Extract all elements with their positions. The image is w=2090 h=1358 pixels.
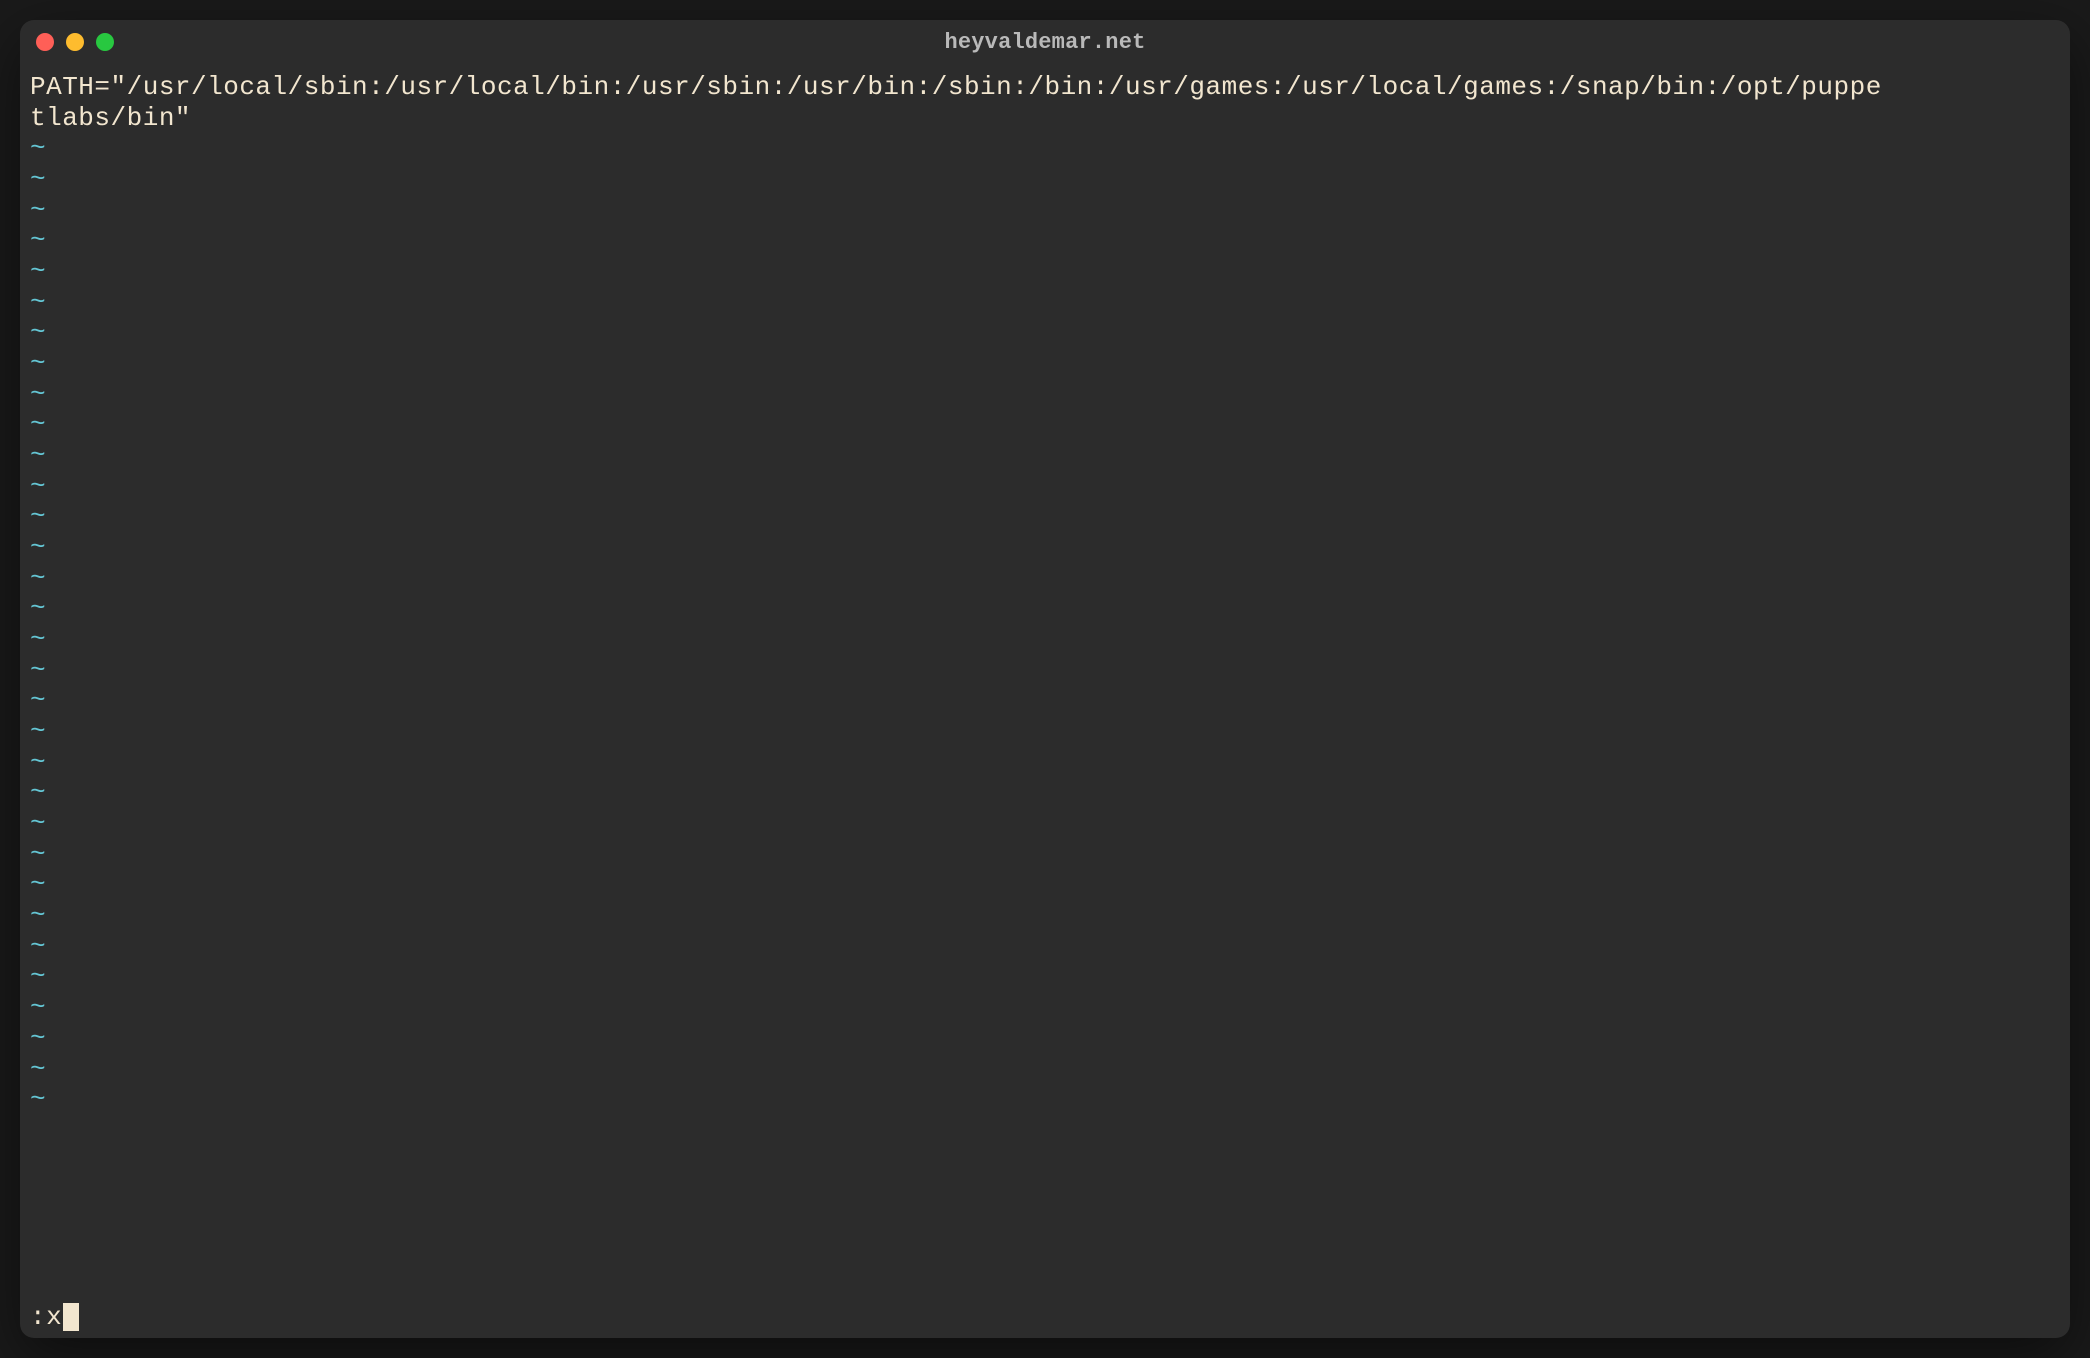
empty-lines: ~~~~~~~~~~~~~~~~~~~~~~~~~~~~~~~~ [30,133,2060,1301]
window-title: heyvaldemar.net [20,30,2070,55]
empty-line-marker: ~ [30,563,2060,594]
empty-line-marker: ~ [30,1054,2060,1085]
empty-line-marker: ~ [30,379,2060,410]
empty-line-marker: ~ [30,440,2060,471]
empty-line-marker: ~ [30,195,2060,226]
empty-line-marker: ~ [30,624,2060,655]
empty-line-marker: ~ [30,747,2060,778]
close-icon[interactable] [36,33,54,51]
empty-line-marker: ~ [30,256,2060,287]
empty-line-marker: ~ [30,225,2060,256]
empty-line-marker: ~ [30,839,2060,870]
editor-content: PATH="/usr/local/sbin:/usr/local/bin:/us… [30,72,2060,133]
empty-line-marker: ~ [30,317,2060,348]
vim-command-text: :x [30,1302,62,1333]
empty-line-marker: ~ [30,287,2060,318]
empty-line-marker: ~ [30,808,2060,839]
empty-line-marker: ~ [30,593,2060,624]
empty-line-marker: ~ [30,655,2060,686]
editor-line-2: tlabs/bin" [30,103,191,133]
empty-line-marker: ~ [30,992,2060,1023]
maximize-icon[interactable] [96,33,114,51]
empty-line-marker: ~ [30,931,2060,962]
empty-line-marker: ~ [30,471,2060,502]
empty-line-marker: ~ [30,164,2060,195]
empty-line-marker: ~ [30,961,2060,992]
minimize-icon[interactable] [66,33,84,51]
editor-line-1: PATH="/usr/local/sbin:/usr/local/bin:/us… [30,72,1882,102]
empty-line-marker: ~ [30,409,2060,440]
empty-line-marker: ~ [30,501,2060,532]
window-titlebar: heyvaldemar.net [20,20,2070,64]
vim-command-line[interactable]: :x [30,1302,2060,1339]
empty-line-marker: ~ [30,869,2060,900]
empty-line-marker: ~ [30,716,2060,747]
cursor-icon [63,1303,79,1330]
empty-line-marker: ~ [30,348,2060,379]
empty-line-marker: ~ [30,1023,2060,1054]
empty-line-marker: ~ [30,685,2060,716]
empty-line-marker: ~ [30,900,2060,931]
terminal-body[interactable]: PATH="/usr/local/sbin:/usr/local/bin:/us… [20,64,2070,1338]
terminal-window: heyvaldemar.net PATH="/usr/local/sbin:/u… [20,20,2070,1338]
traffic-lights [36,33,114,51]
empty-line-marker: ~ [30,532,2060,563]
empty-line-marker: ~ [30,1084,2060,1115]
empty-line-marker: ~ [30,133,2060,164]
empty-line-marker: ~ [30,777,2060,808]
